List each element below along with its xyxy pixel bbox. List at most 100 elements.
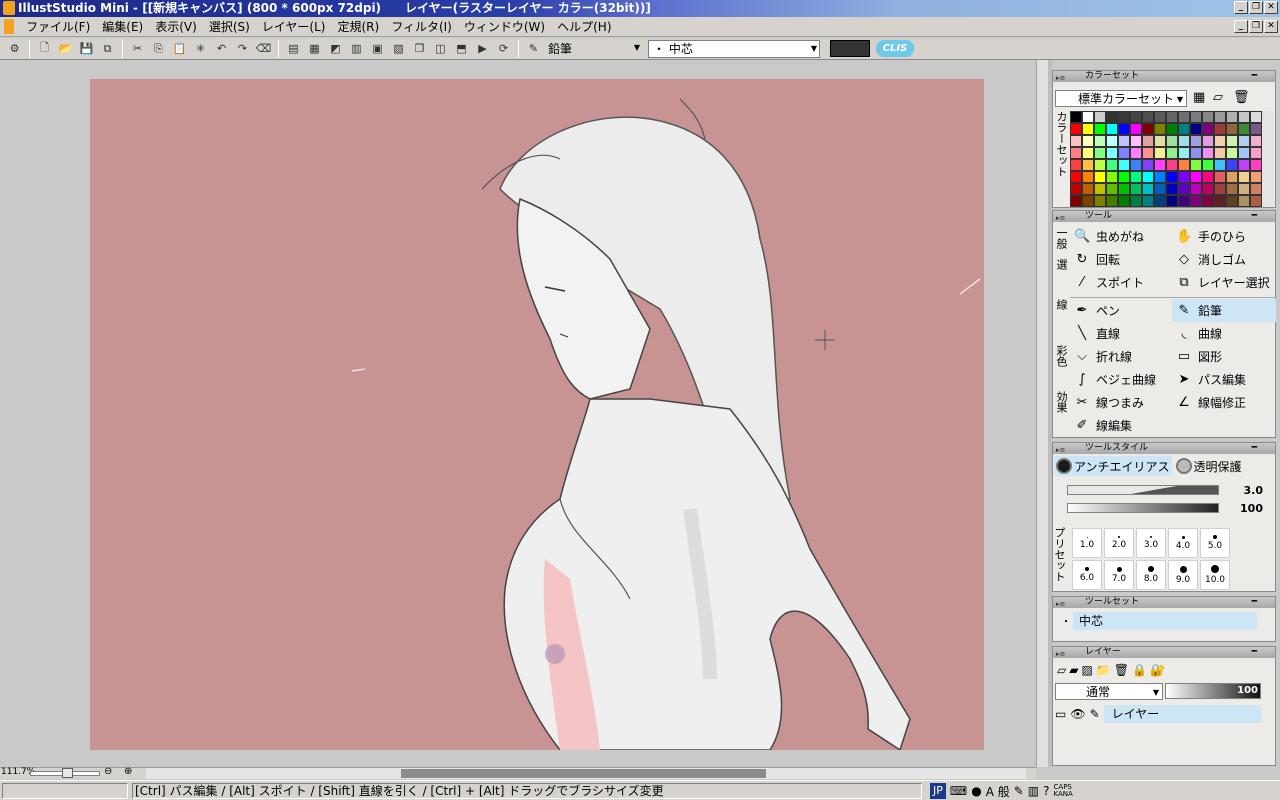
ime-tool-icon[interactable]: ● — [971, 784, 981, 798]
document-icon[interactable] — [4, 19, 14, 34]
brush-preset[interactable]: 7.0 — [1104, 560, 1134, 590]
minimize-icon[interactable]: ━ — [1252, 597, 1257, 608]
colorset-panel-header[interactable]: ▸≡ カラーセット ━ — [1053, 71, 1275, 82]
tool-line-pinch[interactable]: ✂ 線つまみ — [1070, 391, 1172, 414]
color-swatch[interactable] — [1250, 135, 1262, 147]
toolset-panel-header[interactable]: ▸≡ ツールセット ━ — [1053, 597, 1275, 608]
brush-size-slider[interactable] — [1067, 485, 1219, 495]
grip-icon[interactable]: ▸≡ — [1056, 599, 1065, 610]
color-swatch[interactable] — [1202, 171, 1214, 183]
tool-polyline[interactable]: ⌵ 折れ線 — [1070, 345, 1172, 368]
tool-tab-paint[interactable]: 彩色 — [1054, 345, 1069, 367]
blend-mode-select[interactable]: 通常 ▼ — [1055, 683, 1163, 700]
menu-file[interactable]: ファイル(F) — [20, 17, 96, 37]
lock-transparency-icon[interactable]: 🔐 — [1150, 663, 1165, 677]
ime-language[interactable]: JP — [930, 783, 946, 799]
tool-curve[interactable]: ◟ 曲線 — [1172, 322, 1276, 345]
color-swatch[interactable] — [1154, 111, 1166, 123]
tool-tab-select[interactable]: 選 — [1054, 259, 1069, 270]
menu-layer[interactable]: レイヤー(L) — [256, 17, 332, 37]
color-swatch[interactable] — [1166, 159, 1178, 171]
grip-icon[interactable]: ▸≡ — [1056, 649, 1065, 660]
color-swatch[interactable] — [1214, 171, 1226, 183]
level-icon[interactable]: ◩ — [327, 40, 345, 58]
paste-icon[interactable]: 📋 — [171, 40, 189, 58]
layer-property-icon[interactable]: ▤ — [285, 40, 303, 58]
menu-window[interactable]: ウィンドウ(W) — [458, 17, 551, 37]
color-swatch[interactable] — [1250, 195, 1262, 207]
ime-pad-icon[interactable]: ✎ — [1014, 784, 1024, 798]
color-swatch[interactable] — [1202, 111, 1214, 123]
color-swatch[interactable] — [1250, 159, 1262, 171]
horizontal-scrollbar[interactable] — [146, 768, 1026, 779]
color-swatch[interactable] — [1130, 123, 1142, 135]
color-swatch[interactable] — [1178, 183, 1190, 195]
color-swatch[interactable] — [1226, 135, 1238, 147]
protect-transparency-toggle[interactable]: 透明保護 — [1174, 456, 1244, 476]
tool-eraser[interactable]: ◇ 消しゴム — [1172, 248, 1276, 271]
color-swatch[interactable] — [1106, 147, 1118, 159]
window-icon[interactable]: ❐ — [411, 40, 429, 58]
color-swatch[interactable] — [1082, 147, 1094, 159]
color-swatch[interactable] — [1166, 135, 1178, 147]
color-swatch[interactable] — [1094, 183, 1106, 195]
color-swatch[interactable] — [1106, 135, 1118, 147]
maximize-button[interactable]: ❐ — [1249, 1, 1263, 14]
color-swatch[interactable] — [1226, 195, 1238, 207]
copy-icon[interactable]: ⎘ — [150, 40, 168, 58]
color-swatch[interactable] — [1082, 111, 1094, 123]
color-swatch[interactable] — [1070, 135, 1082, 147]
color-swatch[interactable] — [1190, 147, 1202, 159]
brush-tip-select[interactable]: ・ 中芯 ▼ — [648, 39, 820, 58]
tool-panel-header[interactable]: ▸≡ ツール ━ — [1053, 211, 1275, 222]
menu-ruler[interactable]: 定規(R) — [332, 17, 386, 37]
tool-hand[interactable]: ✋ 手のひら — [1172, 225, 1276, 248]
open-folder-icon[interactable]: 📂 — [57, 40, 75, 58]
color-swatch[interactable] — [1130, 183, 1142, 195]
color-swatch[interactable] — [1082, 159, 1094, 171]
minimize-icon[interactable]: ━ — [1252, 443, 1257, 454]
color-swatch[interactable] — [1166, 147, 1178, 159]
color-swatch[interactable] — [1202, 147, 1214, 159]
color-swatch[interactable] — [1118, 111, 1130, 123]
new-folder-icon[interactable]: 📁 — [1096, 663, 1111, 677]
color-swatch[interactable] — [1202, 159, 1214, 171]
color-swatch[interactable] — [1094, 111, 1106, 123]
toolset-item-selected[interactable]: 中芯 — [1073, 612, 1257, 630]
redo-icon[interactable]: ↷ — [234, 40, 252, 58]
layer-row[interactable]: ▭ 👁 ✎ レイヤー — [1055, 705, 1261, 723]
color-swatch[interactable] — [1154, 123, 1166, 135]
hue-icon[interactable]: ▥ — [348, 40, 366, 58]
brush-opacity-slider[interactable] — [1067, 503, 1219, 513]
color-swatch[interactable] — [1178, 135, 1190, 147]
doc-close-button[interactable]: ✕ — [1264, 20, 1278, 33]
gradient-map-icon[interactable]: ▧ — [390, 40, 408, 58]
color-swatch[interactable] — [1250, 111, 1262, 123]
visibility-eye-icon[interactable]: 👁 — [1070, 707, 1085, 721]
color-swatch[interactable] — [1214, 111, 1226, 123]
color-swatch[interactable] — [1142, 195, 1154, 207]
color-swatch[interactable] — [1250, 123, 1262, 135]
layer-panel-header[interactable]: ▸≡ レイヤー ━ — [1053, 647, 1275, 658]
brush-size-value[interactable]: 3.0 — [1223, 484, 1264, 497]
color-swatch[interactable] — [1106, 123, 1118, 135]
save-as-icon[interactable]: ⧉ — [99, 40, 117, 58]
color-swatch[interactable] — [1154, 147, 1166, 159]
color-swatch[interactable] — [1130, 195, 1142, 207]
color-swatch[interactable] — [1226, 159, 1238, 171]
layer-opacity-slider[interactable]: 100 — [1165, 683, 1261, 699]
help-icon[interactable]: ? — [1043, 784, 1049, 798]
clear-icon[interactable]: ⌫ — [255, 40, 273, 58]
color-swatch[interactable] — [1130, 135, 1142, 147]
palette-scrollbar[interactable] — [1262, 111, 1274, 207]
color-swatch[interactable] — [1190, 195, 1202, 207]
color-swatch[interactable] — [1250, 183, 1262, 195]
color-swatch[interactable] — [1178, 159, 1190, 171]
layer-name[interactable]: レイヤー — [1103, 705, 1261, 723]
color-swatch[interactable] — [1238, 111, 1250, 123]
color-swatch[interactable] — [1106, 159, 1118, 171]
brush-preset[interactable]: 8.0 — [1136, 560, 1166, 590]
tool-layer-select[interactable]: ⧉ レイヤー選択 — [1172, 271, 1276, 294]
color-swatch[interactable] — [1154, 159, 1166, 171]
color-swatch[interactable] — [1238, 183, 1250, 195]
